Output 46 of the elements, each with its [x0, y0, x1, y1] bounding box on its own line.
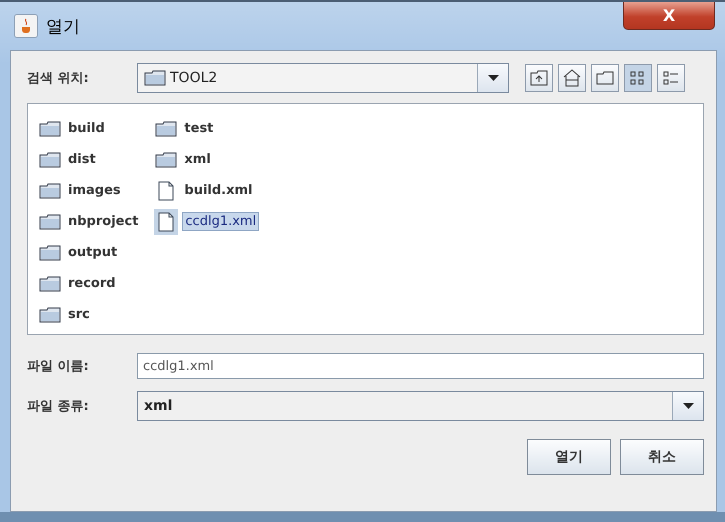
file-item[interactable]: test	[182, 120, 216, 137]
details-view-button[interactable]	[657, 64, 685, 92]
close-button[interactable]: X	[623, 2, 715, 30]
file-name-field[interactable]: ccdlg1.xml	[137, 353, 704, 379]
list-view-icon	[630, 70, 646, 86]
dialog-button[interactable]: 열기	[527, 439, 611, 475]
java-cup-icon	[14, 14, 38, 38]
up-folder-button[interactable]	[525, 64, 553, 92]
file-item[interactable]: build	[66, 120, 107, 137]
window-title: 열기	[46, 16, 80, 38]
folder-icon	[39, 182, 61, 198]
file-item[interactable]: src	[66, 306, 92, 323]
file-icon	[158, 212, 174, 232]
folder-icon	[155, 152, 178, 168]
home-button[interactable]	[558, 64, 586, 92]
file-item[interactable]: build.xml	[182, 182, 255, 199]
file-item[interactable]: record	[66, 275, 118, 292]
file-item[interactable]: images	[66, 182, 123, 199]
new-folder-button[interactable]	[591, 64, 619, 92]
home-icon	[563, 69, 581, 87]
folder-icon	[39, 244, 61, 260]
caret-icon	[682, 403, 694, 409]
folder-icon	[39, 152, 61, 168]
file-item[interactable]: output	[66, 244, 120, 261]
folder-icon	[39, 120, 61, 136]
file-icon	[158, 180, 174, 200]
folder-icon	[596, 71, 614, 85]
look-in-dropdown[interactable]: TOOL2	[137, 63, 509, 93]
look-in-label: 검색 위치:	[27, 70, 90, 87]
file-item[interactable]: xml	[182, 151, 213, 168]
dialog-button[interactable]: 취소	[620, 439, 704, 475]
file-item[interactable]: nbproject	[66, 213, 140, 230]
folder-icon	[39, 214, 61, 230]
file-item[interactable]: ccdlg1.xml	[182, 212, 260, 231]
file-name-label: 파일 이름:	[27, 358, 90, 375]
folder-icon	[39, 306, 61, 322]
up-folder-icon	[530, 70, 548, 86]
folder-icon	[144, 70, 166, 86]
list-view-button[interactable]	[624, 64, 652, 92]
file-type-dropdown[interactable]: xml	[137, 391, 704, 421]
file-type-label: 파일 종류:	[27, 398, 90, 415]
details-view-icon	[663, 70, 679, 86]
file-item[interactable]: dist	[66, 151, 98, 168]
folder-icon	[39, 276, 61, 292]
folder-icon	[155, 120, 178, 136]
caret-icon	[488, 75, 498, 81]
